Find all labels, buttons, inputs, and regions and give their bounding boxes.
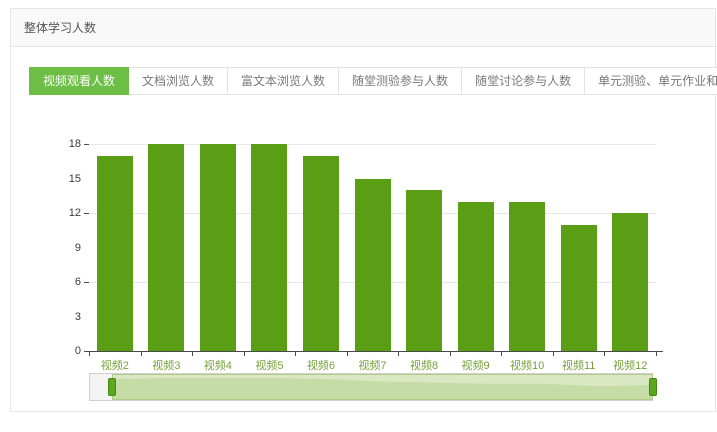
x-axis-tick-mark bbox=[501, 352, 502, 356]
x-axis-label-8: 视频9 bbox=[450, 357, 502, 373]
x-axis-label-5: 视频6 bbox=[295, 357, 347, 373]
bar-视频11[interactable] bbox=[561, 225, 597, 352]
datazoom-selected-region[interactable] bbox=[112, 374, 653, 400]
x-axis-tick-mark bbox=[295, 352, 296, 356]
bar-视频12[interactable] bbox=[612, 213, 648, 351]
x-axis-tick-mark bbox=[347, 352, 348, 356]
bar-视频9[interactable] bbox=[458, 202, 494, 352]
bar-视频5[interactable] bbox=[251, 144, 287, 351]
y-axis-tick-mark bbox=[84, 213, 89, 214]
y-axis-tick-label: 3 bbox=[51, 311, 81, 323]
bar-视频4[interactable] bbox=[200, 144, 236, 351]
x-axis-tick-mark bbox=[89, 352, 90, 356]
x-axis-tick-mark bbox=[398, 352, 399, 356]
y-axis-tick-mark bbox=[84, 144, 89, 145]
panel-header: 整体学习人数 bbox=[11, 9, 715, 47]
y-axis-tick-label: 12 bbox=[51, 207, 81, 219]
x-axis-tick-mark bbox=[141, 352, 142, 356]
bar-视频7[interactable] bbox=[355, 179, 391, 352]
x-axis-label-7: 视频8 bbox=[398, 357, 450, 373]
y-axis-tick-label: 6 bbox=[51, 276, 81, 288]
x-axis-label-11: 视频12 bbox=[604, 357, 656, 373]
datazoom-data-shadow bbox=[113, 375, 652, 399]
x-axis-label-3: 视频4 bbox=[192, 357, 244, 373]
tab-4[interactable]: 随堂测验参与人数 bbox=[338, 67, 462, 95]
y-axis-tick-label: 15 bbox=[51, 173, 81, 185]
datazoom-left-handle[interactable] bbox=[108, 378, 116, 396]
x-axis-tick-mark bbox=[192, 352, 193, 356]
tab-3[interactable]: 富文本浏览人数 bbox=[227, 67, 339, 95]
x-axis-label-1: 视频2 bbox=[89, 357, 141, 373]
x-axis-tick-mark bbox=[553, 352, 554, 356]
metric-tabs: 视频观看人数文档浏览人数富文本浏览人数随堂测验参与人数随堂讨论参与人数单元测验、… bbox=[29, 67, 717, 95]
x-axis-label-9: 视频10 bbox=[501, 357, 553, 373]
bar-视频6[interactable] bbox=[303, 156, 339, 352]
x-axis-label-4: 视频5 bbox=[244, 357, 296, 373]
bar-视频10[interactable] bbox=[509, 202, 545, 352]
x-axis-line bbox=[84, 351, 663, 352]
tab-2[interactable]: 文档浏览人数 bbox=[128, 67, 228, 95]
x-axis-label-2: 视频3 bbox=[141, 357, 193, 373]
bar-视频3[interactable] bbox=[148, 144, 184, 351]
datazoom-right-handle[interactable] bbox=[649, 378, 657, 396]
y-axis-tick-mark bbox=[84, 282, 89, 283]
y-axis-tick-label: 18 bbox=[51, 138, 81, 150]
tab-6[interactable]: 单元测验、单元作业和考试 bbox=[584, 67, 717, 95]
y-axis-tick-label: 9 bbox=[51, 242, 81, 254]
bar-chart: 0369121518视频2视频3视频4视频5视频6视频7视频8视频9视频10视频… bbox=[11, 121, 717, 413]
x-axis-tick-mark bbox=[604, 352, 605, 356]
x-axis-tick-mark bbox=[656, 352, 657, 356]
x-axis-tick-mark bbox=[244, 352, 245, 356]
tab-1[interactable]: 视频观看人数 bbox=[29, 67, 129, 95]
x-axis-label-6: 视频7 bbox=[347, 357, 399, 373]
tab-5[interactable]: 随堂讨论参与人数 bbox=[461, 67, 585, 95]
panel-title: 整体学习人数 bbox=[24, 19, 96, 36]
y-axis-tick-label: 0 bbox=[51, 345, 81, 357]
bar-视频8[interactable] bbox=[406, 190, 442, 351]
overall-learners-panel: 整体学习人数 视频观看人数文档浏览人数富文本浏览人数随堂测验参与人数随堂讨论参与… bbox=[10, 8, 716, 412]
x-axis-label-10: 视频11 bbox=[553, 357, 605, 373]
bar-视频2[interactable] bbox=[97, 156, 133, 352]
x-axis-tick-mark bbox=[450, 352, 451, 356]
